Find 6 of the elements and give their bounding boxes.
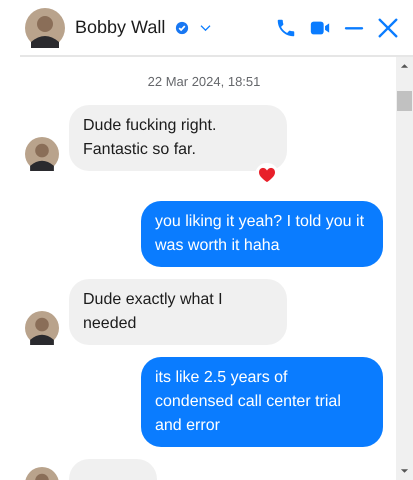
message-bubble: its like 2.5 years of condensed call center trial and error xyxy=(141,357,383,447)
contact-name[interactable]: Bobby Wall xyxy=(75,17,166,38)
message-bubble: Dude fucking right. Fantastic so far. xyxy=(69,105,287,171)
message-bubble: Dude exactly what I needed xyxy=(69,279,287,345)
message-bubble: you liking it yeah? I told you it was worth it haha xyxy=(141,201,383,267)
timestamp: 22 Mar 2024, 18:51 xyxy=(146,74,262,89)
